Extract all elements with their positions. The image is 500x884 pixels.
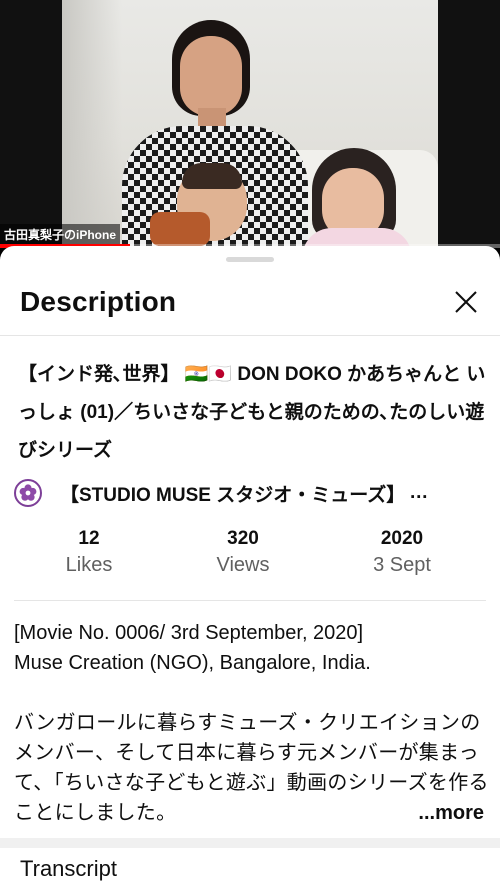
close-button[interactable] <box>448 284 484 320</box>
baby-clothes <box>150 212 210 246</box>
publish-day: 3 Sept <box>373 554 431 576</box>
sheet-header: Description <box>0 270 500 336</box>
video-frame <box>62 0 438 246</box>
channel-name[interactable]: 【STUDIO MUSE スタジオ・ミューズ】 <box>60 480 405 507</box>
description-line-movie-no: [Movie No. 0006/ 3rd September, 2020] <box>14 622 364 644</box>
wall-shadow <box>62 0 122 246</box>
woman-face <box>180 36 242 116</box>
channel-row[interactable]: 【STUDIO MUSE スタジオ・ミューズ】 … <box>14 476 494 510</box>
flower-logo-icon <box>19 484 37 501</box>
publish-date-stat: 2020 3 Sept <box>352 528 452 577</box>
more-link-wrap: ...more <box>388 798 484 828</box>
views-stat: 320 Views <box>198 528 288 577</box>
description-japanese: バンガロールに暮らすミューズ・クリエイションのメンバー、そして日本に暮らす元メン… <box>14 708 490 828</box>
description-sheet: Description 【インド発､世界】 🇮🇳🇯🇵 DON DOKO かあちゃ… <box>0 246 500 884</box>
likes-label: Likes <box>65 554 113 576</box>
close-icon <box>455 291 477 313</box>
video-title: 【インド発､世界】 🇮🇳🇯🇵 DON DOKO かあちゃんと いっしょ (01)… <box>18 364 486 461</box>
views-count: 320 <box>227 528 259 549</box>
stats-divider <box>14 600 486 601</box>
likes-count: 12 <box>78 528 100 549</box>
description-body[interactable]: [Movie No. 0006/ 3rd September, 2020] Mu… <box>14 618 490 828</box>
section-separator <box>0 838 500 848</box>
channel-name-ellipsis: … <box>409 482 429 503</box>
publish-year: 2020 <box>380 528 424 549</box>
views-label: Views <box>216 554 270 576</box>
baby-hair <box>182 163 242 189</box>
likes-stat: 12 Likes <box>44 528 134 577</box>
drag-handle[interactable] <box>226 257 274 262</box>
channel-avatar[interactable] <box>14 479 42 507</box>
transcript-section-title[interactable]: Transcript <box>20 856 117 882</box>
description-line-organisation: Muse Creation (NGO), Bangalore, India. <box>14 652 371 674</box>
video-player[interactable]: 古田真梨子のiPhone <box>0 0 500 248</box>
more-link[interactable]: ...more <box>418 802 484 824</box>
sheet-title: Description <box>20 286 177 317</box>
video-stats: 12 Likes 320 Views 2020 3 Sept <box>0 526 500 596</box>
participant-name-tag: 古田真梨子のiPhone <box>0 224 121 245</box>
